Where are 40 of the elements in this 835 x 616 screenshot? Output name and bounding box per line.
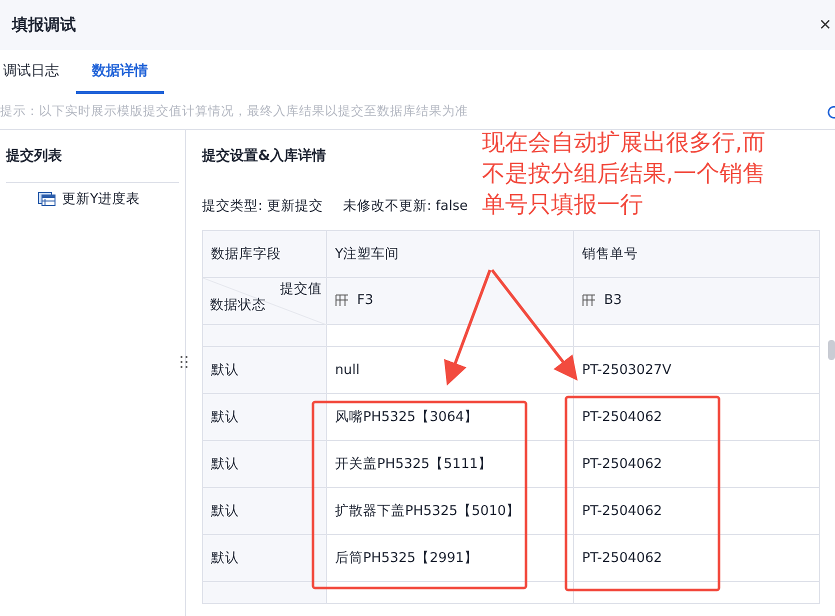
table-cell: PT-2503027V — [574, 346, 820, 394]
close-button[interactable]: × — [819, 14, 831, 36]
submit-type-text: 提交类型: 更新提交 — [202, 197, 323, 215]
cell-reference-icon — [582, 294, 596, 306]
table-cell: 默认 — [202, 534, 326, 582]
header-cell: B3 — [574, 278, 820, 324]
header-cell: Y注塑车间 — [326, 230, 574, 278]
scrollbar-thumb[interactable] — [828, 340, 835, 360]
table-cell: PT-2504062 — [574, 394, 820, 440]
table-cell: 默认 — [202, 394, 326, 440]
table-cell: 默认 — [202, 488, 326, 534]
tab[interactable]: 调试日志 — [0, 50, 76, 94]
table-cell: 扩散器下盖PH5325【5010】 — [326, 488, 574, 534]
table-cell: 后筒PH5325【2991】 — [326, 534, 574, 582]
annotation-text: 单号只填报一行 — [482, 191, 644, 220]
hint-text: 提示：以下实时展示模版提交值计算情况，最终入库结果以提交至数据库结果为准 — [0, 103, 468, 120]
tab[interactable]: 数据详情 — [76, 50, 164, 94]
drag-handle-icon[interactable] — [180, 355, 188, 369]
table-cell: 默认 — [202, 440, 326, 488]
no-update-text: 未修改不更新: false — [342, 197, 468, 215]
table-cell: 开关盖PH5325【5111】 — [326, 440, 574, 488]
sidebar-item[interactable]: 更新Y进度表 — [36, 188, 179, 210]
header-cell: 销售单号 — [574, 230, 820, 278]
annotation-text: 现在会自动扩展出很多行,而 — [482, 129, 766, 158]
header-text: 数据状态 — [210, 296, 266, 314]
section-title: 提交设置&入库详情 — [202, 147, 326, 165]
table-cell: 风嘴PH5325【3064】 — [326, 394, 574, 440]
cell-reference-icon — [335, 294, 349, 306]
table-icon — [38, 192, 56, 206]
table-cell: 默认 — [202, 346, 326, 394]
table-cell: PT-2504062 — [574, 488, 820, 534]
table-cell: PT-2504062 — [574, 440, 820, 488]
table-cell: null — [326, 346, 574, 394]
window-title: 填报调试 — [12, 14, 76, 36]
header-cell: F3 — [326, 278, 574, 324]
table-cell: PT-2504062 — [574, 534, 820, 582]
header-text: 提交值 — [280, 280, 322, 298]
sidebar-title: 提交列表 — [6, 130, 179, 183]
header-cell: 数据库字段 — [202, 230, 326, 278]
annotation-text: 不是按分组后结果,一个销售 — [482, 160, 766, 189]
